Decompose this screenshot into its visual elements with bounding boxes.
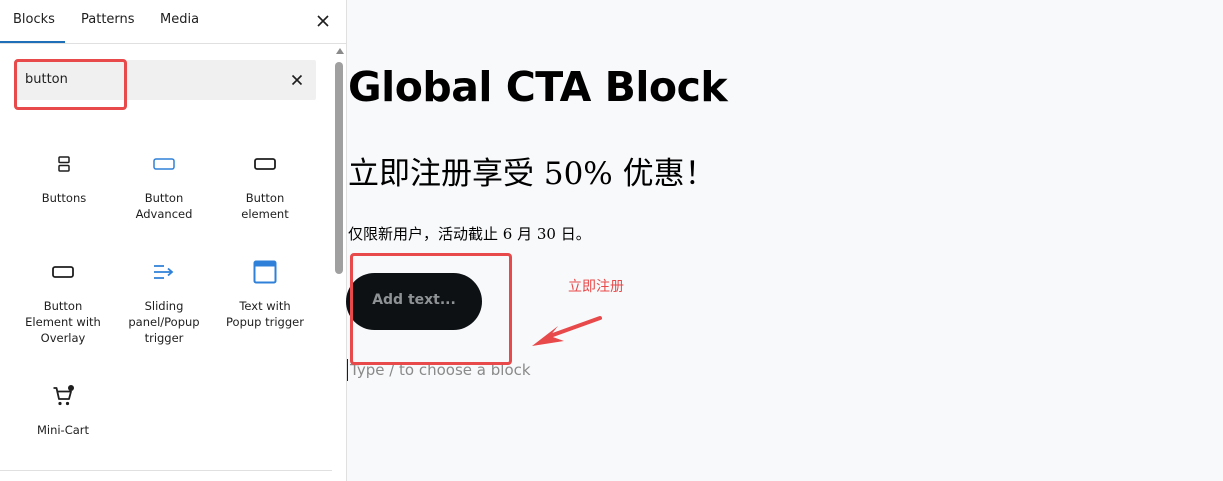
text-popup-icon [253,260,277,284]
tab-patterns[interactable]: Patterns [81,12,135,27]
block-item-text-with-popup-trigger[interactable]: Text with Popup trigger [217,260,313,340]
inserter-tabs: Blocks Patterns Media [0,0,346,44]
tab-blocks[interactable]: Blocks [13,12,55,27]
inserter-scrollbar[interactable] [333,44,347,481]
cart-icon [53,385,74,406]
annotation-label: 立即注册 [568,279,624,295]
block-item-button-element-with-overlay[interactable]: Button Element with Overlay [15,260,111,356]
close-icon [291,74,303,86]
button-overlay-icon [52,266,74,278]
block-item-button-advanced[interactable]: Button Advanced [116,152,212,232]
cta-subheading[interactable]: 立即注册享受 50% 优惠！ [348,148,716,193]
scrollbar-thumb[interactable] [335,62,343,274]
text-caret [347,359,348,381]
panel-divider [0,470,332,471]
scroll-up-arrow-icon[interactable] [336,48,344,54]
annotation-highlight-button [350,253,512,365]
buttons-icon [58,156,70,172]
block-item-mini-cart[interactable]: Mini-Cart [15,384,111,444]
block-label: Button Element with Overlay [25,299,101,345]
sliding-panel-icon [154,265,174,279]
block-label: Sliding panel/Popup trigger [128,299,200,345]
annotation-arrow-icon [532,316,602,346]
active-tab-indicator [0,41,65,43]
button-element-icon [254,158,276,170]
close-icon [317,15,329,27]
annotation-highlight-search [14,59,127,110]
button-advanced-icon [153,158,175,170]
block-item-button-element[interactable]: Button element [217,152,313,232]
block-label: Text with Popup trigger [226,299,304,329]
close-inserter-button[interactable] [313,11,333,31]
block-label: Mini-Cart [36,423,90,437]
cta-paragraph[interactable]: 仅限新用户，活动截止 6 月 30 日。 [348,223,591,244]
block-item-buttons[interactable]: Buttons [16,152,112,222]
block-label: Button Advanced [135,191,193,221]
block-label: Buttons [41,191,87,205]
clear-search-button[interactable] [288,71,306,89]
tab-media[interactable]: Media [160,12,199,27]
post-heading[interactable]: Global CTA Block [348,63,728,111]
block-label: Button element [241,191,289,221]
block-item-sliding-panel[interactable]: Sliding panel/Popup trigger [116,260,212,356]
